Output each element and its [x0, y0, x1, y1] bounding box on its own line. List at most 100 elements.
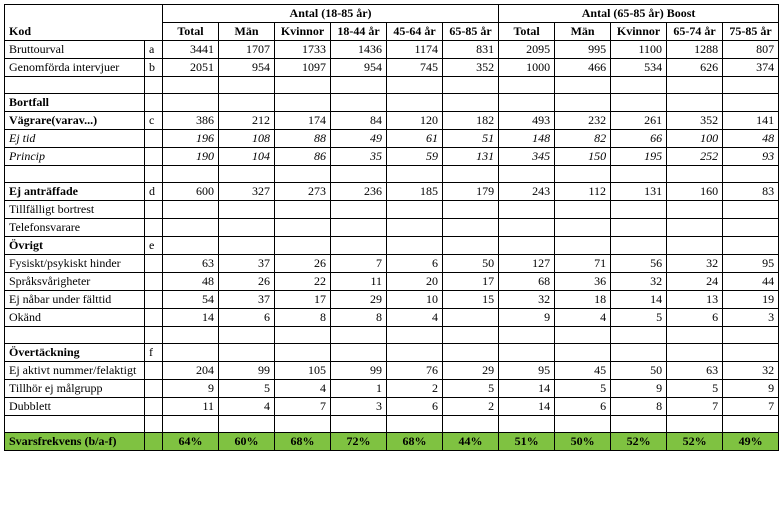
cell [331, 166, 387, 183]
cell: 386 [163, 112, 219, 130]
cell: 68 [499, 273, 555, 291]
cell: 52% [667, 433, 723, 451]
cell: 49 [331, 130, 387, 148]
cell: 52% [611, 433, 667, 451]
cell [219, 219, 275, 237]
cell: 252 [667, 148, 723, 166]
cell: 174 [275, 112, 331, 130]
cell [387, 166, 443, 183]
cell [275, 327, 331, 344]
row-code [145, 416, 163, 433]
cell: 26 [219, 273, 275, 291]
cell [387, 94, 443, 112]
cell [331, 416, 387, 433]
cell: 51% [499, 433, 555, 451]
cell [443, 327, 499, 344]
cell: 66 [611, 130, 667, 148]
cell: 212 [219, 112, 275, 130]
cell: 86 [275, 148, 331, 166]
cell: 3441 [163, 41, 219, 59]
row-label: Svarsfrekvens (b/a-f) [5, 433, 145, 451]
cell [443, 166, 499, 183]
cell: 44 [723, 273, 779, 291]
cell [611, 237, 667, 255]
cell: 82 [555, 130, 611, 148]
cell [443, 416, 499, 433]
row-label [5, 166, 145, 183]
table-row [5, 416, 779, 433]
cell: 32 [499, 291, 555, 309]
cell [443, 309, 499, 327]
cell [555, 77, 611, 94]
cell [723, 166, 779, 183]
cell [443, 201, 499, 219]
cell: 1288 [667, 41, 723, 59]
cell: 22 [275, 273, 331, 291]
cell: 1097 [275, 59, 331, 77]
cell: 11 [163, 398, 219, 416]
cell: 72% [331, 433, 387, 451]
cell [275, 344, 331, 362]
cell: 7 [667, 398, 723, 416]
cell: 14 [611, 291, 667, 309]
row-code: d [145, 183, 163, 201]
cell [331, 219, 387, 237]
cell: 19 [723, 291, 779, 309]
cell [611, 416, 667, 433]
cell [387, 219, 443, 237]
cell: 20 [387, 273, 443, 291]
cell: 1733 [275, 41, 331, 59]
cell: 120 [387, 112, 443, 130]
cell: 831 [443, 41, 499, 59]
col-header: 65-74 år [667, 23, 723, 41]
cell [387, 327, 443, 344]
table-row [5, 166, 779, 183]
cell [219, 77, 275, 94]
row-label: Ej aktivt nummer/felaktigt [5, 362, 145, 380]
row-label: Övertäckning [5, 344, 145, 362]
row-label: Fysiskt/psykiskt hinder [5, 255, 145, 273]
cell [443, 344, 499, 362]
cell: 108 [219, 130, 275, 148]
cell [555, 94, 611, 112]
cell: 95 [499, 362, 555, 380]
cell [723, 327, 779, 344]
cell [331, 237, 387, 255]
cell: 5 [611, 309, 667, 327]
cell: 261 [611, 112, 667, 130]
cell: 11 [331, 273, 387, 291]
row-label [5, 416, 145, 433]
cell: 7 [275, 398, 331, 416]
cell [611, 344, 667, 362]
cell [667, 166, 723, 183]
cell: 1000 [499, 59, 555, 77]
row-code: c [145, 112, 163, 130]
cell: 327 [219, 183, 275, 201]
cell [163, 327, 219, 344]
cell [723, 77, 779, 94]
table-row: Okänd14688494563 [5, 309, 779, 327]
cell: 5 [555, 380, 611, 398]
col-header: Kvinnor [611, 23, 667, 41]
cell: 1174 [387, 41, 443, 59]
cell [499, 237, 555, 255]
cell: 232 [555, 112, 611, 130]
cell [387, 201, 443, 219]
row-code: f [145, 344, 163, 362]
cell [443, 94, 499, 112]
row-code [145, 166, 163, 183]
col-header: 65-85 år [443, 23, 499, 41]
col-header: Total [499, 23, 555, 41]
table-row: Telefonsvarare [5, 219, 779, 237]
cell: 5 [219, 380, 275, 398]
cell: 49% [723, 433, 779, 451]
col-header: Män [219, 23, 275, 41]
cell [275, 94, 331, 112]
table-row: Språksvårigheter4826221120176836322444 [5, 273, 779, 291]
cell: 32 [611, 273, 667, 291]
table-row: Tillfälligt bortrest [5, 201, 779, 219]
cell: 29 [331, 291, 387, 309]
row-code [145, 148, 163, 166]
table-row: Fysiskt/psykiskt hinder63372676501277156… [5, 255, 779, 273]
row-label: Övrigt [5, 237, 145, 255]
